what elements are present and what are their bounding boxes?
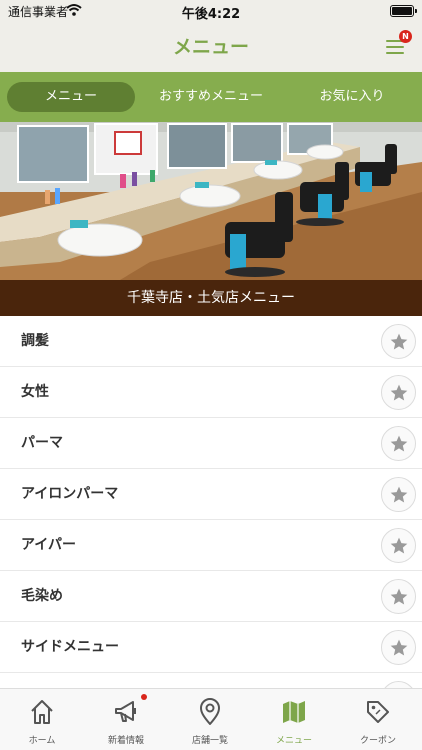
tab-label: ホーム (28, 736, 56, 746)
page-title: メニュー (172, 36, 249, 58)
favorite-button[interactable] (381, 681, 416, 688)
menu-item-row[interactable]: サイドメニュー (0, 622, 422, 673)
menu-item-label: アイロンパーマ (21, 486, 119, 502)
menu-list: 調髪 女性 パーマ アイロンパーマ アイパー 毛染め サイドメニュー (0, 316, 422, 688)
hero-image (0, 122, 422, 280)
menu-item-label: パーマ (21, 435, 63, 451)
tab-news[interactable]: 新着情報 (84, 689, 168, 750)
tab-coupon[interactable]: クーポン (336, 689, 420, 750)
barbershop-interior-illustration (0, 122, 422, 280)
menu-item-row[interactable]: 女性 (0, 367, 422, 418)
star-icon (390, 333, 408, 350)
tab-label: クーポン (359, 736, 396, 746)
menu-item-label: 女性 (21, 384, 49, 400)
hero-caption: 千葉寺店・土気店メニュー (0, 280, 422, 316)
menu-item-row[interactable]: パーマ (0, 418, 422, 469)
tab-menu[interactable]: メニュー (7, 82, 135, 112)
nav-bar: メニュー N (0, 22, 422, 72)
star-icon (390, 537, 408, 554)
bottom-tab-bar: ホーム 新着情報 店舗一覧 メニュー クーポン (0, 688, 422, 750)
hamburger-menu-button[interactable]: N (386, 30, 412, 59)
map-icon (283, 701, 305, 723)
home-icon (31, 700, 53, 724)
favorite-button[interactable] (381, 528, 416, 563)
tab-label: 新着情報 (107, 736, 144, 746)
menu-item-label: 毛染め (21, 588, 63, 604)
hamburger-line (386, 46, 404, 48)
status-bar: 通信事業者 午後4:22 (0, 0, 422, 22)
menu-item-row[interactable]: アイロンパーマ (0, 469, 422, 520)
tab-favorites[interactable]: お気に入り (290, 82, 414, 112)
favorite-button[interactable] (381, 426, 416, 461)
star-icon (390, 384, 408, 401)
menu-item-label: サイドメニュー (21, 639, 119, 655)
battery-icon (390, 5, 417, 17)
menu-item-row[interactable]: アイパー (0, 520, 422, 571)
favorite-button[interactable] (381, 375, 416, 410)
favorite-button[interactable] (381, 324, 416, 359)
menu-item-row-partial (0, 673, 422, 688)
notification-badge: N (399, 30, 412, 43)
hamburger-line (386, 52, 404, 54)
star-icon (390, 435, 408, 452)
favorite-button[interactable] (381, 579, 416, 614)
tab-strip: メニュー おすすめメニュー お気に入り (0, 72, 422, 122)
menu-item-row[interactable]: 毛染め (0, 571, 422, 622)
notification-dot (141, 694, 147, 700)
menu-item-label: 調髪 (21, 333, 49, 349)
tab-menu-bottom[interactable]: メニュー (252, 689, 336, 750)
megaphone-icon (115, 701, 136, 722)
star-icon (390, 639, 408, 656)
map-pin-icon (200, 698, 220, 725)
favorite-button[interactable] (381, 630, 416, 665)
tab-home[interactable]: ホーム (0, 689, 84, 750)
tab-recommended-menu[interactable]: おすすめメニュー (148, 82, 274, 112)
tab-label: 店舗一覧 (191, 736, 228, 746)
coupon-tag-icon (367, 701, 389, 723)
menu-item-label: アイパー (21, 537, 77, 553)
tab-store-list[interactable]: 店舗一覧 (168, 689, 252, 750)
star-icon (390, 588, 408, 605)
status-time: 午後4:22 (181, 7, 241, 22)
favorite-button[interactable] (381, 477, 416, 512)
tab-label: メニュー (275, 736, 312, 746)
star-icon (390, 486, 408, 503)
menu-item-row[interactable]: 調髪 (0, 316, 422, 367)
